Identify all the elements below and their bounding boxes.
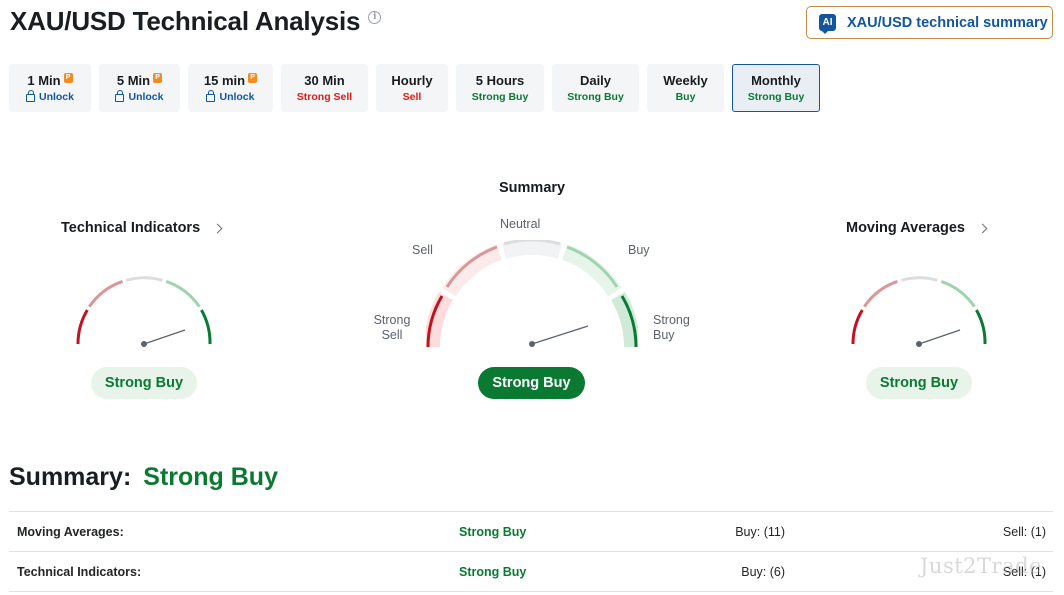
tab-label: 5 Min <box>116 72 151 88</box>
ai-technical-summary-button[interactable]: AI XAU/USD technical summary <box>806 6 1053 39</box>
tab-monthly[interactable]: Monthly Strong Buy <box>732 64 820 112</box>
tab-status: Strong Sell <box>296 91 353 103</box>
technical-indicators-gauge <box>76 276 212 347</box>
pro-icon: P <box>248 72 258 83</box>
pro-icon: P <box>153 72 163 83</box>
summary-headline: Summary: Strong Buy <box>9 463 278 492</box>
lock-icon <box>206 90 216 102</box>
tab-5-hours[interactable]: 5 Hours Strong Buy <box>456 64 544 112</box>
tab-status: Strong Buy <box>471 91 529 103</box>
pro-icon: P <box>63 72 73 83</box>
watermark: Just2Trade <box>920 554 1042 578</box>
row-buy-count: Buy: (6) <box>741 565 785 579</box>
tab-status: Strong Buy <box>567 91 624 103</box>
moving-averages-link[interactable]: Moving Averages <box>846 220 988 236</box>
tab-daily[interactable]: Daily Strong Buy <box>552 64 639 112</box>
moving-averages-result: Strong Buy <box>866 367 972 399</box>
tab-label: 15 min <box>203 72 246 88</box>
gauge-label-strong-sell: Strong Sell <box>373 313 411 342</box>
summary-gauge <box>426 240 638 348</box>
tab-status: Strong Buy <box>747 91 805 103</box>
tab-label: Weekly <box>663 72 708 88</box>
row-status: Strong Buy <box>459 525 527 539</box>
tab-1-min[interactable]: 1 Min P Unlock <box>9 64 91 112</box>
tab-label: Daily <box>579 72 612 88</box>
tab-label: Monthly <box>751 72 801 88</box>
tab-status: Sell <box>402 91 422 103</box>
technical-indicators-link[interactable]: Technical Indicators <box>61 220 223 236</box>
lock-icon <box>25 90 35 102</box>
gauge-title: Technical Indicators <box>61 220 201 236</box>
gauge-label-strong-buy: Strong Buy <box>653 313 690 342</box>
summary-headline-label: Summary: <box>9 463 132 491</box>
table-row: Technical Indicators: Strong Buy Buy: (6… <box>9 552 1053 592</box>
tab-30-min[interactable]: 30 Min Strong Sell <box>281 64 368 112</box>
row-name: Technical Indicators: <box>17 565 142 579</box>
tab-status: Unlock <box>219 91 255 103</box>
row-name: Moving Averages: <box>17 525 124 539</box>
tab-label: Hourly <box>391 72 433 88</box>
table-row: Moving Averages: Strong Buy Buy: (11) Se… <box>9 512 1053 552</box>
gauge-label-neutral: Neutral <box>500 217 541 231</box>
chevron-right-icon <box>977 223 988 233</box>
row-buy-count: Buy: (11) <box>735 525 785 539</box>
row-sell-count: Sell: (1) <box>1002 525 1046 539</box>
tab-status: Buy <box>675 91 696 103</box>
technical-indicators-result: Strong Buy <box>91 367 197 399</box>
tab-15-min[interactable]: 15 min P Unlock <box>188 64 273 112</box>
tab-label: 5 Hours <box>475 72 525 88</box>
tab-status: Unlock <box>128 91 164 103</box>
page-title: XAU/USD Technical Analysis i <box>10 6 382 37</box>
tab-5-min[interactable]: 5 Min P Unlock <box>99 64 180 112</box>
tab-label: 30 Min <box>304 72 345 88</box>
row-status: Strong Buy <box>459 565 527 579</box>
tab-hourly[interactable]: Hourly Sell <box>376 64 448 112</box>
summary-result: Strong Buy <box>478 367 585 399</box>
moving-averages-gauge <box>851 276 987 347</box>
ai-icon: AI <box>819 14 836 34</box>
info-icon[interactable]: i <box>368 11 382 24</box>
tab-weekly[interactable]: Weekly Buy <box>647 64 724 112</box>
chevron-right-icon <box>212 223 223 233</box>
summary-headline-value: Strong Buy <box>143 463 278 491</box>
page-title-text: XAU/USD Technical Analysis <box>10 6 361 36</box>
lock-icon <box>115 90 125 102</box>
summary-gauge-title: Summary <box>499 180 566 196</box>
tab-status: Unlock <box>38 91 74 103</box>
summary-table: Moving Averages: Strong Buy Buy: (11) Se… <box>9 511 1053 592</box>
tab-label: 1 Min <box>27 72 61 88</box>
ai-button-label: XAU/USD technical summary <box>847 14 1048 31</box>
gauge-title: Moving Averages <box>846 220 965 236</box>
